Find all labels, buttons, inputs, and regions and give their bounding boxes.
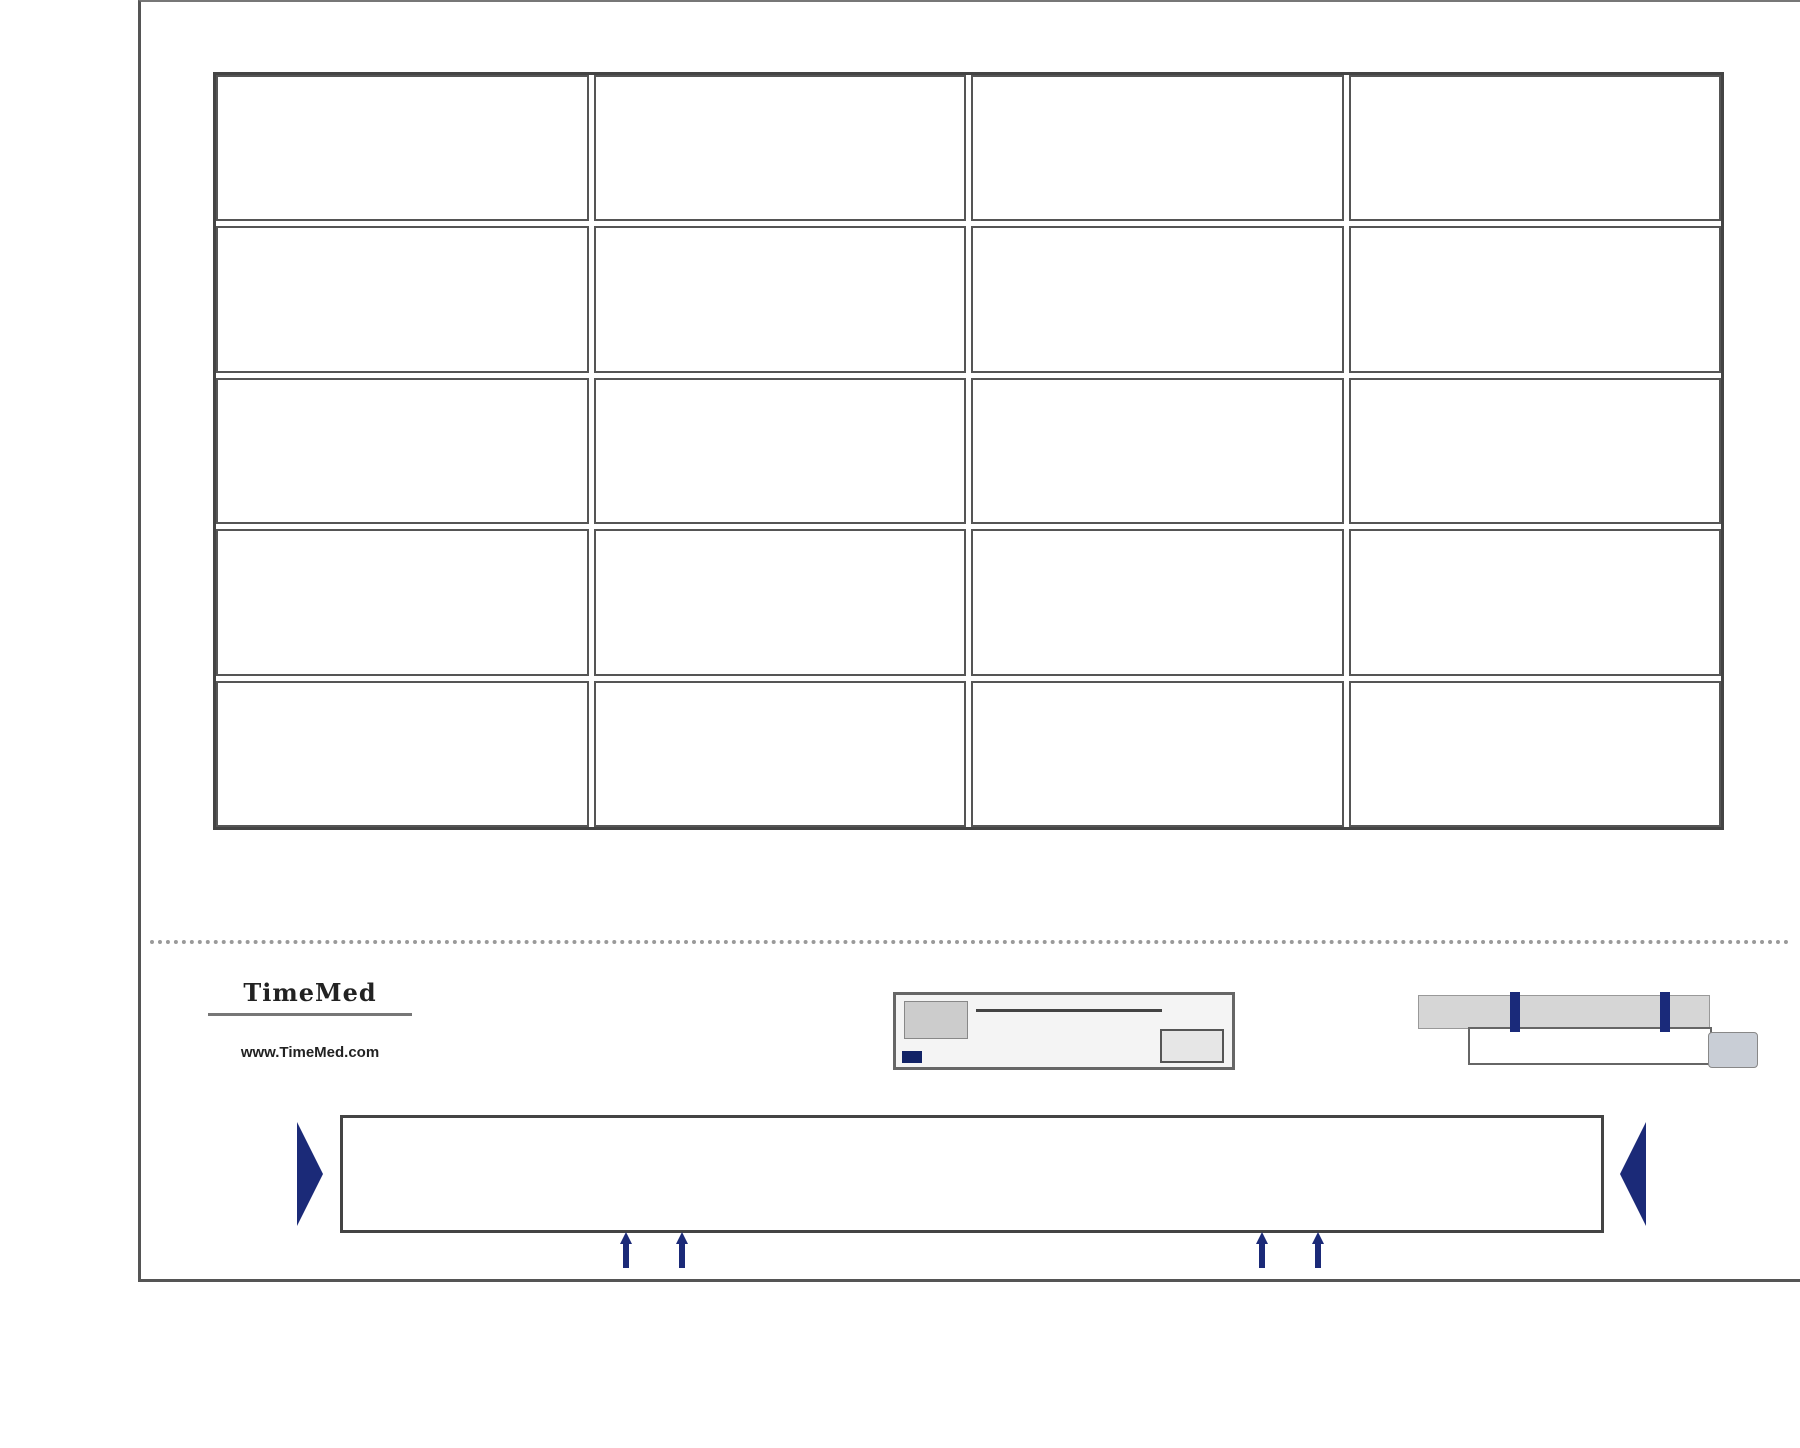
up-arrow-icon (1312, 1232, 1324, 1268)
left-pointer-icon (1620, 1122, 1646, 1226)
label-cell[interactable] (1348, 377, 1721, 525)
down-arrow-icon (1660, 992, 1670, 1032)
right-pointer-icon (297, 1122, 323, 1226)
label-cell[interactable] (1348, 680, 1721, 827)
instruction-diagram-1 (893, 992, 1235, 1070)
label-cell[interactable] (971, 680, 1344, 827)
label-strip[interactable] (340, 1115, 1604, 1233)
label-cell[interactable] (216, 377, 589, 525)
label-cell[interactable] (971, 377, 1344, 525)
diagram-2-side (1708, 1032, 1758, 1068)
label-cell[interactable] (971, 529, 1344, 676)
label-cell[interactable] (593, 75, 966, 222)
label-cell[interactable] (1348, 529, 1721, 676)
brand-block: TimeMed www.TimeMed.com (200, 978, 420, 1061)
brand-name: TimeMed (243, 978, 377, 1007)
label-cell[interactable] (216, 529, 589, 676)
brand-tagline (208, 1013, 412, 1016)
down-arrow-icon (1510, 992, 1520, 1032)
up-arrow-icon (676, 1232, 688, 1268)
diagram-line (976, 1009, 1162, 1012)
label-cell[interactable] (593, 377, 966, 525)
up-arrow-icon (620, 1232, 632, 1268)
label-cell[interactable] (216, 680, 589, 827)
label-cell[interactable] (971, 226, 1344, 373)
label-grid (213, 72, 1724, 830)
label-cell[interactable] (593, 226, 966, 373)
diagram-2-body (1468, 1027, 1712, 1065)
perforation-line (150, 940, 1790, 944)
label-cell[interactable] (1348, 226, 1721, 373)
label-cell[interactable] (1348, 75, 1721, 222)
diagram-marker (902, 1051, 922, 1063)
label-cell[interactable] (216, 226, 589, 373)
diagram-tab (904, 1001, 968, 1039)
diagram-box (1160, 1029, 1224, 1063)
label-cell[interactable] (593, 529, 966, 676)
up-arrow-icon (1256, 1232, 1268, 1268)
brand-url[interactable]: www.TimeMed.com (200, 1044, 420, 1061)
label-cell[interactable] (971, 75, 1344, 222)
instruction-diagram-2 (1418, 990, 1758, 1072)
label-cell[interactable] (593, 680, 966, 827)
label-cell[interactable] (216, 75, 589, 222)
